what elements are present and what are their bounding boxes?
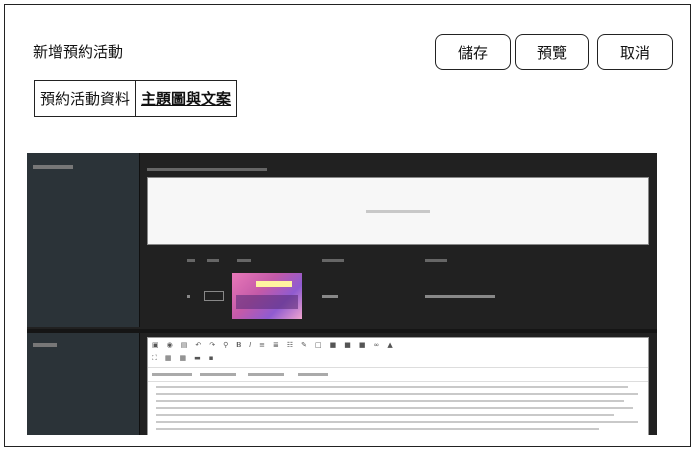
embedded-editor-screenshot: ▣ ◉ ▤ ↶ ↷ ⚲ 𝐁 𝐼 ≡ ≣ ☷ ✎ □ ■ ■ ■ ∞ ▲ ⛶ ▦ … [27,153,657,435]
editor-content[interactable] [156,386,638,435]
style-select[interactable] [298,373,328,376]
upload-time-placeholder [425,295,495,298]
sidebar-label-placeholder [33,165,73,169]
column-header-placeholder [322,259,344,262]
format-select-row [148,367,648,382]
file-size-placeholder [322,295,338,298]
toolbar-icon[interactable]: ↷ [209,341,215,350]
bold-icon[interactable]: 𝐁 [236,341,241,350]
toolbar-icon[interactable]: ▲ [387,341,392,350]
cancel-button[interactable]: 取消 [597,34,673,70]
toolbar-icon[interactable]: ≡ [259,341,265,350]
format-select[interactable] [152,373,192,376]
toolbar-icon[interactable]: ∞ [374,341,380,350]
preview-button[interactable]: 預覽 [515,34,589,70]
toolbar-icon[interactable]: ⚲ [223,341,228,350]
editor-toolbar: ▣ ◉ ▤ ↶ ↷ ⚲ 𝐁 𝐼 ≡ ≣ ☷ ✎ □ ■ ■ ■ ∞ ▲ [152,341,393,350]
sidebar-label-placeholder [33,343,57,347]
page-container: 新增預約活動 儲存 預覽 取消 預約活動資料 主題圖與文案 ▣ ◉ ▤ ↶ ↷ … [4,4,691,447]
toolbar-icon[interactable]: ≣ [273,341,279,350]
toolbar-icon[interactable]: ▣ [152,341,159,350]
toolbar-icon[interactable]: ↶ [195,341,201,350]
dropzone-hint-placeholder [366,209,430,213]
toolbar-icon[interactable]: ☷ [287,341,293,350]
column-header-placeholder [207,259,219,262]
toolbar-icon[interactable]: ⛶ [152,354,157,363]
sidebar-panel-copy [27,333,140,435]
toolbar-icon[interactable]: ◉ [167,341,173,350]
tab-activity-info[interactable]: 預約活動資料 [35,81,135,116]
toolbar-icon[interactable]: ■ [330,341,337,350]
editor-toolbar-row2: ⛶ ▦ ▦ ▬ ▪ [152,354,214,363]
column-header-placeholder [187,259,195,262]
image-dropzone[interactable] [147,177,649,245]
rich-text-editor[interactable]: ▣ ◉ ▤ ↶ ↷ ⚲ 𝐁 𝐼 ≡ ≣ ☷ ✎ □ ■ ■ ■ ∞ ▲ ⛶ ▦ … [147,337,649,435]
size-select[interactable] [248,373,284,376]
toolbar-icon[interactable]: □ [315,341,322,350]
toolbar-icon[interactable]: ✎ [301,341,307,350]
sidebar-panel-image [27,153,140,327]
thumbnail-illustration [236,295,298,309]
column-header-placeholder [237,259,251,262]
toolbar-icon[interactable]: ■ [359,341,366,350]
italic-icon[interactable]: 𝐼 [249,341,251,350]
column-header-placeholder [425,259,447,262]
font-select[interactable] [200,373,236,376]
toolbar-icon[interactable]: ▦ [180,354,187,363]
sort-select[interactable] [204,291,224,301]
tab-theme-image-copy[interactable]: 主題圖與文案 [135,81,236,116]
toolbar-icon[interactable]: ▬ [194,354,201,363]
tab-bar: 預約活動資料 主題圖與文案 [34,80,238,117]
upload-hint-placeholder [147,168,267,171]
row-index-placeholder [187,295,190,298]
thumbnail-title-placeholder [256,281,292,287]
save-button[interactable]: 儲存 [435,34,511,70]
page-title: 新增預約活動 [33,43,124,61]
toolbar-icon[interactable]: ▪ [209,354,214,363]
toolbar-icon[interactable]: ■ [344,341,351,350]
theme-image-thumbnail[interactable] [232,273,302,319]
toolbar-icon[interactable]: ▤ [181,341,188,350]
toolbar-icon[interactable]: ▦ [165,354,172,363]
